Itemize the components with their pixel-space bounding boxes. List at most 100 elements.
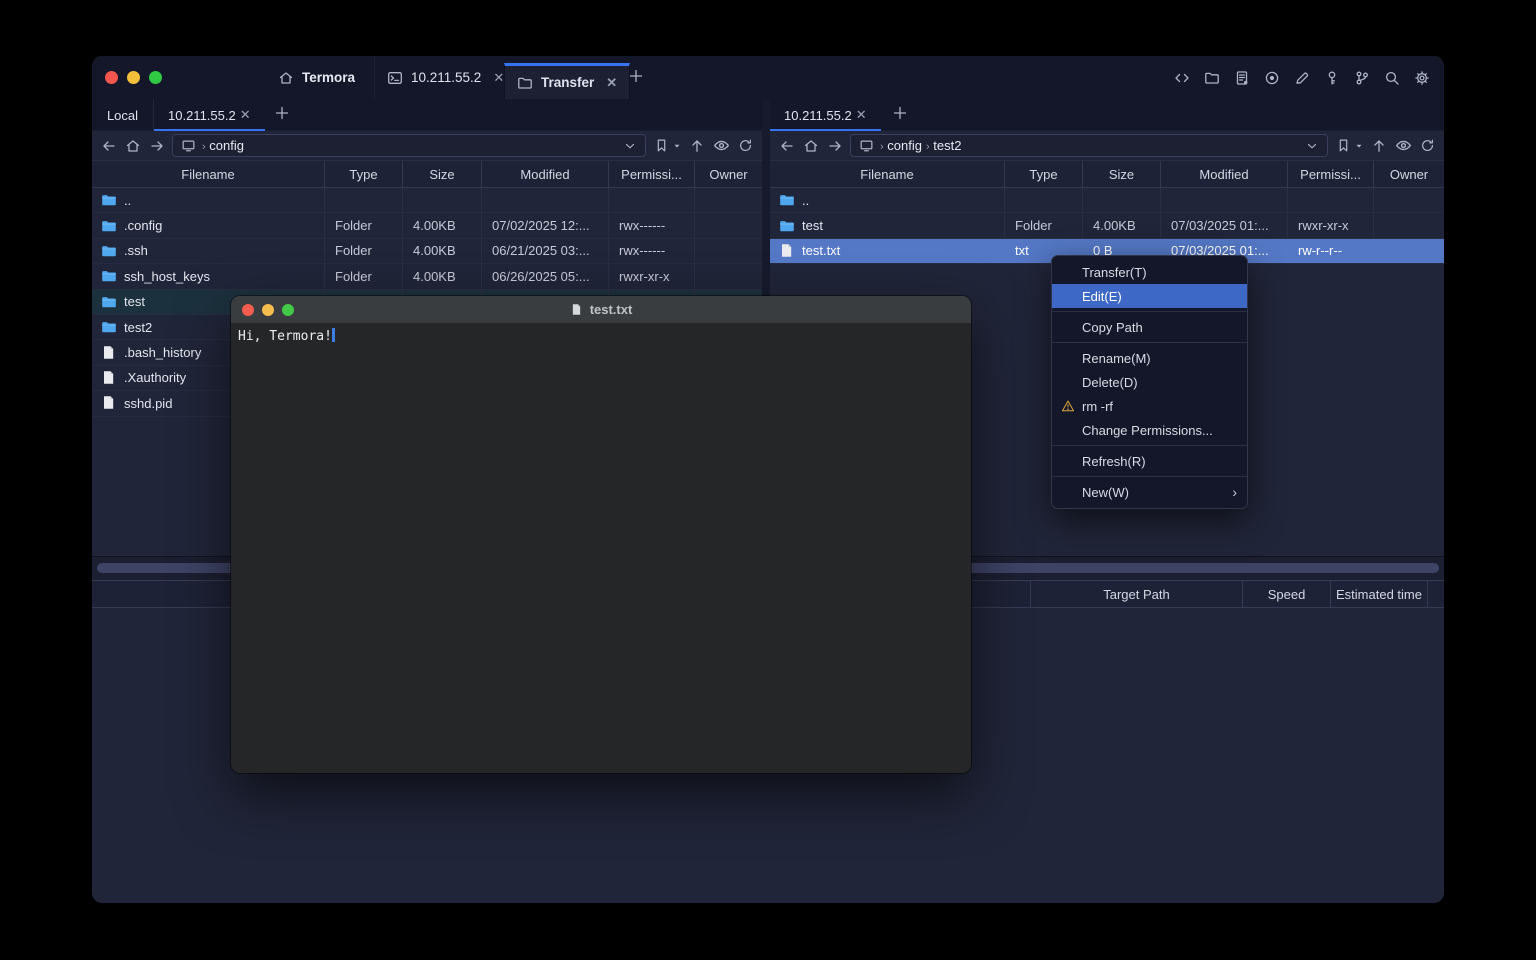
refresh-icon[interactable] [1418,137,1436,155]
up-directory-icon[interactable] [688,137,706,155]
zoom-button[interactable] [149,71,162,84]
zoom-button[interactable] [282,304,294,316]
column-header[interactable]: Owner [695,161,762,187]
show-hidden-icon[interactable] [1394,137,1412,155]
left-path-input[interactable]: › config [172,134,646,157]
home-icon[interactable] [124,137,142,155]
tab-right-remote[interactable]: 10.211.55.2 ✕ [770,99,881,131]
bookmark-control[interactable] [652,137,682,155]
show-hidden-icon[interactable] [712,137,730,155]
file-row[interactable]: testFolder4.00KB07/03/2025 01:...rwxr-xr… [770,213,1444,238]
editor-content[interactable]: Hi, Termora! [231,323,971,773]
minimize-button[interactable] [127,71,140,84]
context-menu-item-delete[interactable]: Delete(D) [1052,370,1247,394]
titlebar-actions [1173,69,1430,86]
context-menu-item-rename[interactable]: Rename(M) [1052,346,1247,370]
new-pane-tab-button[interactable] [274,105,294,125]
up-directory-icon[interactable] [1370,137,1388,155]
file-row[interactable]: ssh_host_keysFolder4.00KB06/26/2025 05:.… [92,264,762,289]
context-menu-item-new[interactable]: New(W)› [1052,480,1247,504]
keychain-icon[interactable] [1353,69,1370,86]
code-icon[interactable] [1173,69,1190,86]
text-cursor [332,328,335,342]
close-tab-icon[interactable]: ✕ [493,70,504,86]
document-icon [570,303,583,316]
tab-terminal-session[interactable]: 10.211.55.2 ✕ [374,56,516,99]
menu-separator [1052,476,1247,477]
menu-item-label: Refresh(R) [1082,454,1146,469]
column-header[interactable]: Size [1083,161,1161,187]
forward-icon[interactable] [826,137,844,155]
context-menu-item-rm-rf[interactable]: rm -rf [1052,394,1247,418]
close-tab-icon[interactable]: ✕ [240,107,251,123]
file-name: .. [124,193,131,208]
editor-titlebar[interactable]: test.txt [231,296,971,323]
column-header[interactable]: Type [1005,161,1083,187]
file-row[interactable]: .configFolder4.00KB07/02/2025 12:...rwx-… [92,213,762,238]
folder-icon[interactable] [1203,69,1220,86]
file-row[interactable]: .sshFolder4.00KB06/21/2025 03:...rwx----… [92,239,762,264]
column-header[interactable]: Permissi... [609,161,695,187]
close-tab-icon[interactable]: ✕ [606,75,617,91]
right-path-input[interactable]: › config› test2 [850,134,1328,157]
file-name: test [802,218,823,233]
file-row[interactable]: .. [92,188,762,213]
folder-icon [517,75,533,91]
file-cell [1083,188,1161,212]
column-header[interactable]: Modified [482,161,609,187]
minimize-button[interactable] [262,304,274,316]
key-icon[interactable] [1323,69,1340,86]
transfer-column-speed[interactable]: Speed [1243,581,1331,607]
close-button[interactable] [242,304,254,316]
column-header[interactable]: Filename [770,161,1005,187]
search-icon[interactable] [1383,69,1400,86]
left-toolbar: › config [92,131,762,160]
new-pane-tab-button[interactable] [892,105,912,125]
close-tab-icon[interactable]: ✕ [856,107,867,123]
chevron-down-icon[interactable] [623,139,637,153]
home-icon[interactable] [802,137,820,155]
close-button[interactable] [105,71,118,84]
column-header[interactable]: Type [325,161,403,187]
breadcrumb-segment[interactable]: config [206,138,244,153]
pencil-icon[interactable] [1293,69,1310,86]
chevron-down-icon[interactable] [1305,139,1319,153]
context-menu-item-edit[interactable]: Edit(E) [1052,284,1247,308]
file-row[interactable]: .. [770,188,1444,213]
back-icon[interactable] [100,137,118,155]
home-icon [278,70,294,86]
file-cell: rwxr-xr-x [1288,213,1374,237]
forward-icon[interactable] [148,137,166,155]
app-home-tab[interactable]: Termora [278,56,355,99]
file-cell: rwx------ [609,213,695,237]
context-menu-item-copy-path[interactable]: Copy Path [1052,315,1247,339]
breadcrumb-segment[interactable]: test2 [930,138,962,153]
breadcrumb-segment[interactable]: config [884,138,922,153]
context-menu-item-refresh[interactable]: Refresh(R) [1052,449,1247,473]
tab-left-remote[interactable]: 10.211.55.2 ✕ [154,99,265,131]
column-header[interactable]: Owner [1374,161,1444,187]
folder-icon [101,218,117,234]
column-header[interactable]: Modified [1161,161,1288,187]
new-tab-button[interactable] [628,68,648,88]
log-icon[interactable] [1233,69,1250,86]
titlebar[interactable]: Termora 10.211.55.2 ✕ Transfer ✕ [92,56,1444,99]
tab-transfer[interactable]: Transfer ✕ [504,63,630,99]
menu-item-label: New(W) [1082,485,1129,500]
tab-local[interactable]: Local [92,99,154,131]
column-header[interactable]: Filename [92,161,325,187]
back-icon[interactable] [778,137,796,155]
context-menu-item-change-permissions[interactable]: Change Permissions... [1052,418,1247,442]
column-header[interactable]: Size [403,161,482,187]
settings-icon[interactable] [1413,69,1430,86]
transfer-column-target-path[interactable]: Target Path [1031,581,1243,607]
file-cell [609,188,695,212]
chevron-down-icon [1354,141,1364,151]
record-icon[interactable] [1263,69,1280,86]
bookmark-control[interactable] [1334,137,1364,155]
transfer-column-estimated-time[interactable]: Estimated time [1331,581,1428,607]
refresh-icon[interactable] [736,137,754,155]
column-header[interactable]: Permissi... [1288,161,1374,187]
file-name: .. [802,193,809,208]
context-menu-item-transfer[interactable]: Transfer(T) [1052,260,1247,284]
